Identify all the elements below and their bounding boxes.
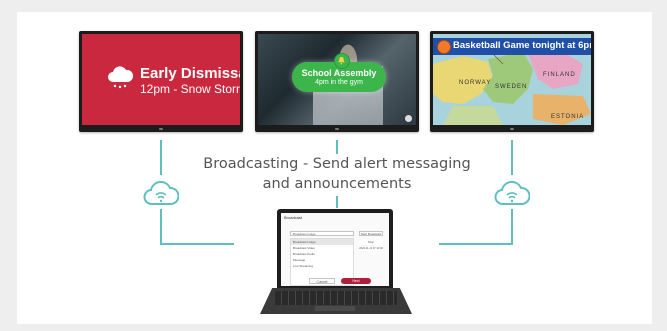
tv-bezel (430, 125, 594, 132)
headline: Broadcasting - Send alert messaging and … (180, 154, 494, 194)
basketball-icon (437, 40, 451, 54)
keyboard (275, 291, 397, 305)
tv-bezel (79, 125, 243, 132)
start-broadcast-button[interactable]: Start Broadcast (359, 231, 383, 236)
next-button[interactable]: Next (341, 278, 371, 284)
cloud-wifi-icon (143, 180, 179, 205)
alert-title: Early Dismissal (140, 65, 240, 82)
bell-icon (334, 53, 350, 69)
cloud-wifi-icon (494, 180, 530, 205)
pill-title: School Assembly (301, 68, 377, 78)
connector-line (160, 209, 162, 244)
map-label-finland: FINLAND (543, 72, 576, 78)
touchpad (315, 306, 355, 311)
stop-button[interactable]: Stop (359, 240, 383, 245)
map-label-estonia: ESTONIA (551, 114, 585, 120)
connector-line (511, 209, 513, 244)
screen: Early Dismissal 12pm - Snow Storm (82, 34, 240, 125)
connector-line (439, 243, 513, 245)
menu-item[interactable]: Live Streaming (291, 263, 353, 269)
indicator-dot (405, 115, 412, 122)
map-label-norway: NORWAY (459, 80, 492, 86)
dialog-title: Broadcast (284, 215, 303, 220)
map-label-sweden: SWEDEN (495, 84, 528, 90)
display-school-assembly: School Assembly 4pm in the gym (255, 31, 419, 132)
laptop-screen: Broadcast Broadcast Image Broadcast Imag… (277, 209, 393, 288)
connector-line (336, 196, 338, 208)
headline-line-2: and announcements (262, 176, 412, 192)
illustration: Early Dismissal 12pm - Snow Storm School… (0, 0, 667, 331)
banner-title: Basketball Game tonight at 6pm (453, 40, 591, 51)
snow-cloud-icon (108, 66, 134, 89)
broadcast-type-select[interactable]: Broadcast Image (290, 231, 354, 236)
pill-subtitle: 4pm in the gym (315, 79, 363, 86)
notification-pill: School Assembly 4pm in the gym (292, 53, 386, 92)
display-basketball-game: NORWAY SWEDEN FINLAND ESTONIA Basketball… (430, 31, 594, 132)
display-early-dismissal: Early Dismissal 12pm - Snow Storm (79, 31, 243, 132)
broadcast-dialog: Broadcast Broadcast Image Broadcast Imag… (281, 213, 389, 286)
cancel-button[interactable]: Cancel (309, 278, 335, 284)
announcement-banner: Basketball Game tonight at 6pm (433, 38, 591, 55)
alert-subtitle: 12pm - Snow Storm (140, 82, 240, 96)
screen: School Assembly 4pm in the gym (258, 34, 416, 125)
connector-line (160, 243, 234, 245)
connector-line (336, 140, 338, 154)
connector-line (160, 140, 162, 175)
screen: NORWAY SWEDEN FINLAND ESTONIA Basketball… (433, 34, 591, 125)
headline-line-1: Broadcasting - Send alert messaging (203, 156, 471, 172)
tv-bezel (255, 125, 419, 132)
schedule-time: 2022-11-11 17:10:00 (359, 246, 383, 251)
connector-line (511, 140, 513, 175)
